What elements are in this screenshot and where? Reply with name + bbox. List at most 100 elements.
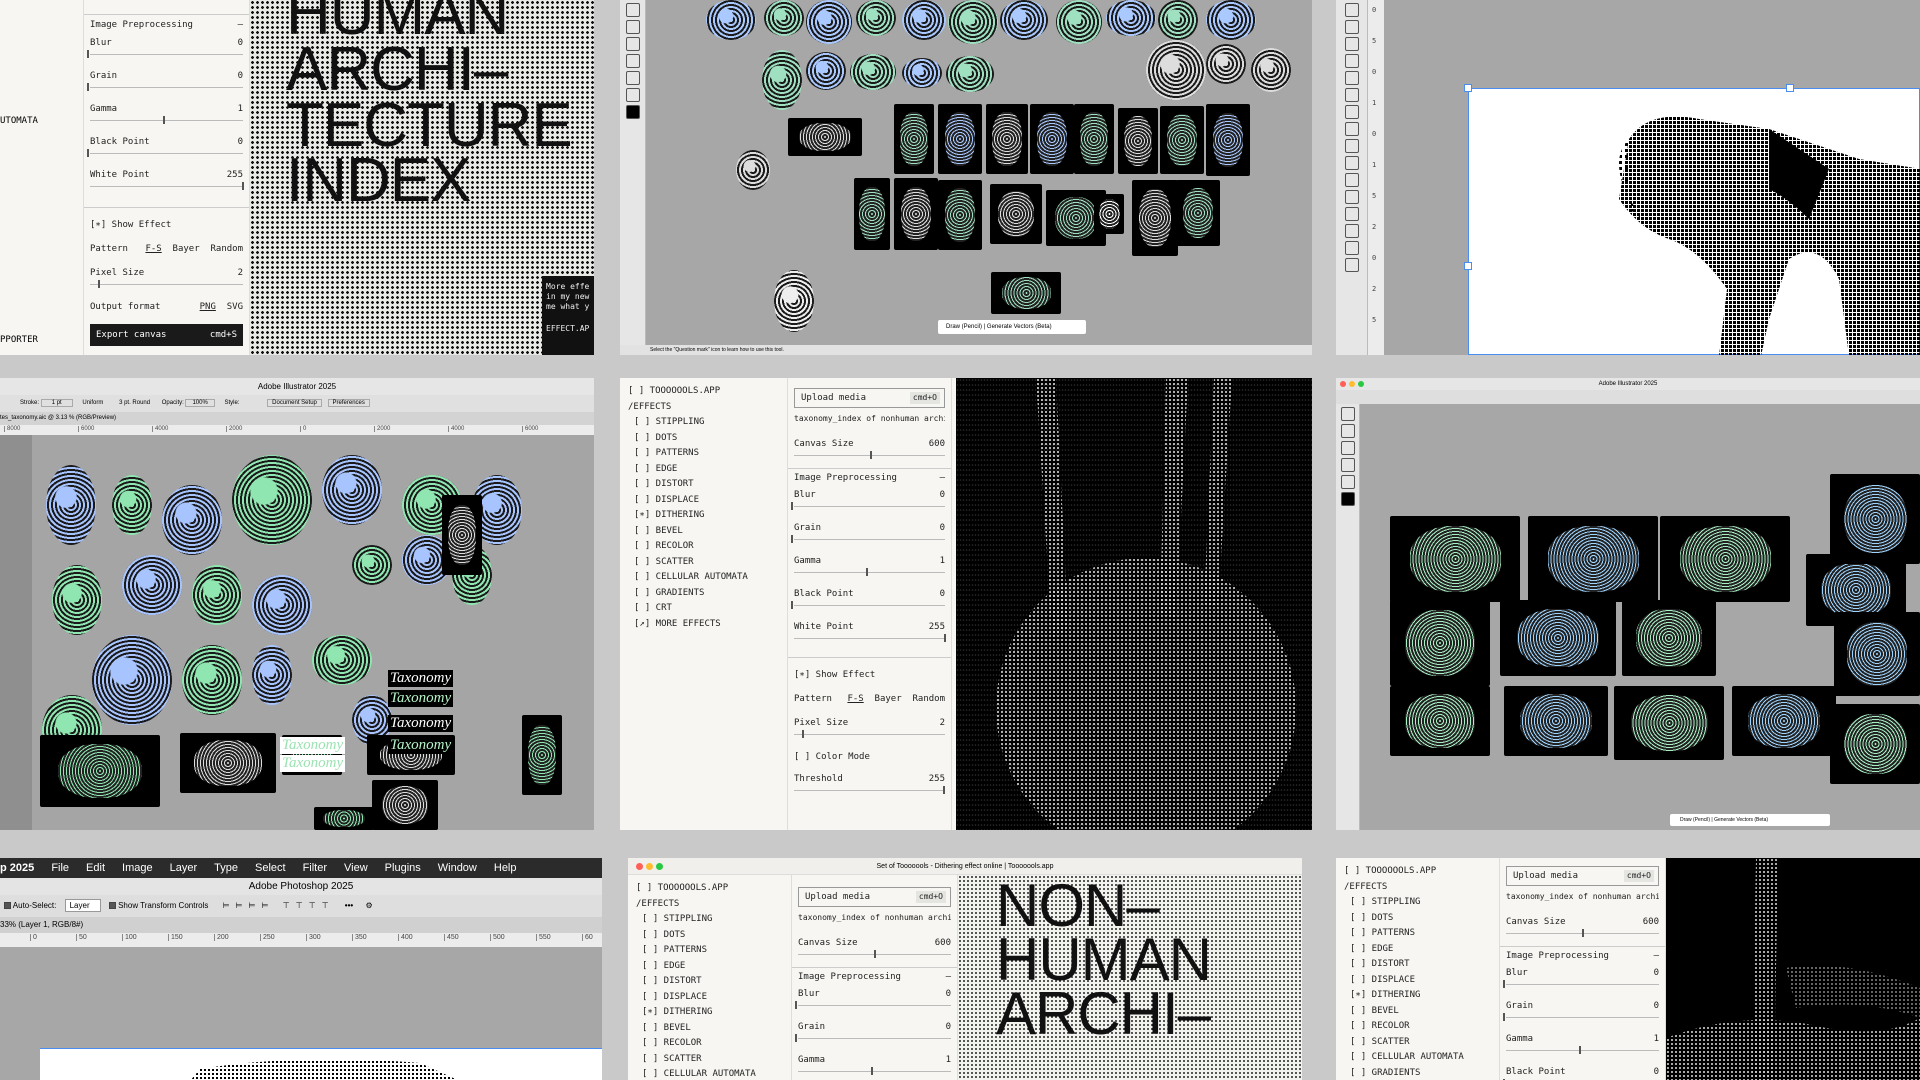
slider-track[interactable]: [794, 506, 945, 507]
effect-item[interactable]: [ ] DOTS: [628, 431, 779, 447]
effect-item[interactable]: [ ] SCATTER: [628, 555, 779, 571]
organism-image[interactable]: [991, 272, 1061, 314]
slider-knob[interactable]: [866, 568, 869, 576]
info-popup[interactable]: More effe in my new me what y EFFECT.AP: [542, 276, 594, 355]
slider-row[interactable]: Black Point 0: [788, 585, 951, 618]
popup-link[interactable]: EFFECT.AP: [546, 324, 590, 334]
pattern-bayer[interactable]: Bayer: [875, 694, 902, 704]
organism-image[interactable]: [1158, 0, 1198, 40]
slider-knob[interactable]: [163, 116, 166, 124]
selection-tool-icon[interactable]: [1340, 407, 1355, 421]
pattern-fs[interactable]: F-S: [145, 244, 161, 254]
organism-image[interactable]: [252, 575, 312, 635]
stroke-weight-field[interactable]: 1 pt: [40, 399, 73, 407]
pen-tool-icon[interactable]: [1344, 241, 1359, 255]
organism-image[interactable]: [990, 184, 1042, 244]
organism-image[interactable]: [162, 485, 222, 555]
organism-image[interactable]: [180, 733, 276, 793]
effect-item[interactable]: [ ] DISTORT: [1344, 957, 1491, 973]
organism-image[interactable]: [764, 0, 804, 36]
minimize-icon[interactable]: [1349, 381, 1355, 387]
slider-track[interactable]: [794, 605, 945, 606]
slider-knob[interactable]: [87, 149, 90, 157]
slider-knob[interactable]: [791, 502, 794, 510]
slider-row[interactable]: Grain 0: [788, 519, 951, 552]
slider-knob[interactable]: [944, 634, 947, 642]
type-tool-icon[interactable]: [625, 54, 640, 68]
contextual-taskbar[interactable]: Draw (Pencil) | Generate Vectors (Beta): [938, 320, 1086, 334]
organism-image[interactable]: [894, 104, 934, 174]
pattern-random[interactable]: Random: [210, 244, 243, 254]
align-icons[interactable]: ⊨⊨⊨⊨ ⊤⊤⊤⊤: [223, 901, 335, 910]
slider-knob[interactable]: [791, 601, 794, 609]
slider-track[interactable]: [90, 87, 243, 88]
auto-select-dropdown[interactable]: Layer: [64, 899, 101, 912]
contextual-taskbar[interactable]: Draw (Pencil) | Generate Vectors (Beta): [1670, 814, 1830, 826]
menu-item[interactable]: Plugins: [385, 862, 421, 874]
organism-image[interactable]: [1660, 516, 1790, 602]
effect-item[interactable]: [ ] BEVEL: [1344, 1004, 1491, 1020]
organism-image[interactable]: [806, 0, 852, 44]
effect-item[interactable]: [ ] SCATTER: [1344, 1035, 1491, 1051]
menu-item[interactable]: Select: [255, 862, 286, 874]
slider-row[interactable]: Grain 0: [792, 1018, 957, 1051]
close-icon[interactable]: [1340, 381, 1346, 387]
organism-image[interactable]: [806, 52, 846, 90]
slider-track[interactable]: [90, 54, 243, 55]
organism-image[interactable]: [1390, 516, 1520, 602]
organism-image[interactable]: [788, 118, 862, 156]
effect-item[interactable]: [ ] CELLULAR AUTOMATA: [628, 570, 779, 586]
upload-media-button[interactable]: Upload media cmd+O: [798, 887, 951, 907]
effect-item[interactable]: [ ] STIPPLING: [636, 912, 783, 928]
type-tool-icon[interactable]: [1344, 258, 1359, 272]
effect-item[interactable]: [ ] SCATTER: [636, 1052, 783, 1068]
slider-row[interactable]: Blur 0: [792, 985, 957, 1018]
section-header[interactable]: Image Preprocessing –: [788, 468, 951, 486]
canvas-size-slider[interactable]: Canvas Size 600: [792, 934, 957, 967]
menu-item[interactable]: Help: [494, 862, 517, 874]
lasso-tool-icon[interactable]: [1344, 20, 1359, 34]
organism-image[interactable]: [1500, 600, 1616, 676]
effect-item[interactable]: [ ] GRADIENTS: [628, 586, 779, 602]
more-icon[interactable]: •••: [345, 901, 353, 910]
brush-tool-icon[interactable]: [1344, 122, 1359, 136]
brush-tool-icon[interactable]: [625, 88, 640, 102]
export-canvas-button[interactable]: Export canvas cmd+S: [90, 324, 243, 346]
canvas-size-slider[interactable]: Canvas Size 600: [788, 435, 951, 468]
organism-image[interactable]: [372, 780, 438, 830]
taxonomy-label[interactable]: Taxonomy: [280, 755, 346, 772]
slider-track[interactable]: [798, 1038, 951, 1039]
menu-item[interactable]: Edit: [86, 862, 105, 874]
effect-item[interactable]: [ ] DOTS: [636, 928, 783, 944]
organism-image[interactable]: [312, 635, 372, 685]
auto-select-checkbox[interactable]: [4, 902, 11, 910]
marquee-tool-icon[interactable]: [1344, 3, 1359, 17]
draw-pencil-button[interactable]: Draw (Pencil): [946, 324, 982, 330]
document-tab[interactable]: tes_taxonomy.aic @ 3.13 % (RGB/Preview): [0, 412, 594, 425]
organism-image[interactable]: [1528, 516, 1658, 602]
organism-image[interactable]: [1390, 600, 1490, 686]
transform-checkbox[interactable]: [108, 902, 116, 910]
app-link[interactable]: [ ] TOOOOOOLS.APP: [636, 881, 783, 897]
effect-item[interactable]: [ ] EDGE: [628, 462, 779, 478]
organism-image[interactable]: [1030, 104, 1074, 174]
collapse-icon[interactable]: –: [238, 15, 243, 35]
maximize-icon[interactable]: [656, 863, 663, 870]
collapse-icon[interactable]: –: [946, 968, 951, 986]
organism-image[interactable]: [46, 465, 96, 545]
effect-item[interactable]: [ ] DISTORT: [636, 974, 783, 990]
history-brush-icon[interactable]: [1344, 156, 1359, 170]
collapse-icon[interactable]: –: [1654, 947, 1659, 965]
shape-tool-icon[interactable]: [1340, 475, 1355, 489]
slider-row[interactable]: Gamma 1: [788, 552, 951, 585]
pixel-size-slider[interactable]: Pixel Size 2: [794, 718, 945, 752]
format-png[interactable]: PNG: [200, 302, 216, 312]
organism-image[interactable]: [1390, 686, 1490, 756]
organism-image[interactable]: [736, 150, 770, 190]
dodge-tool-icon[interactable]: [1344, 224, 1359, 238]
slider-row[interactable]: Blur 0: [1500, 964, 1665, 997]
organism-image[interactable]: [112, 475, 152, 535]
effect-item[interactable]: [∗] DITHERING: [1344, 988, 1491, 1004]
effect-item[interactable]: [ ] DISPLACE: [1344, 973, 1491, 989]
organism-image[interactable]: [1622, 600, 1716, 676]
